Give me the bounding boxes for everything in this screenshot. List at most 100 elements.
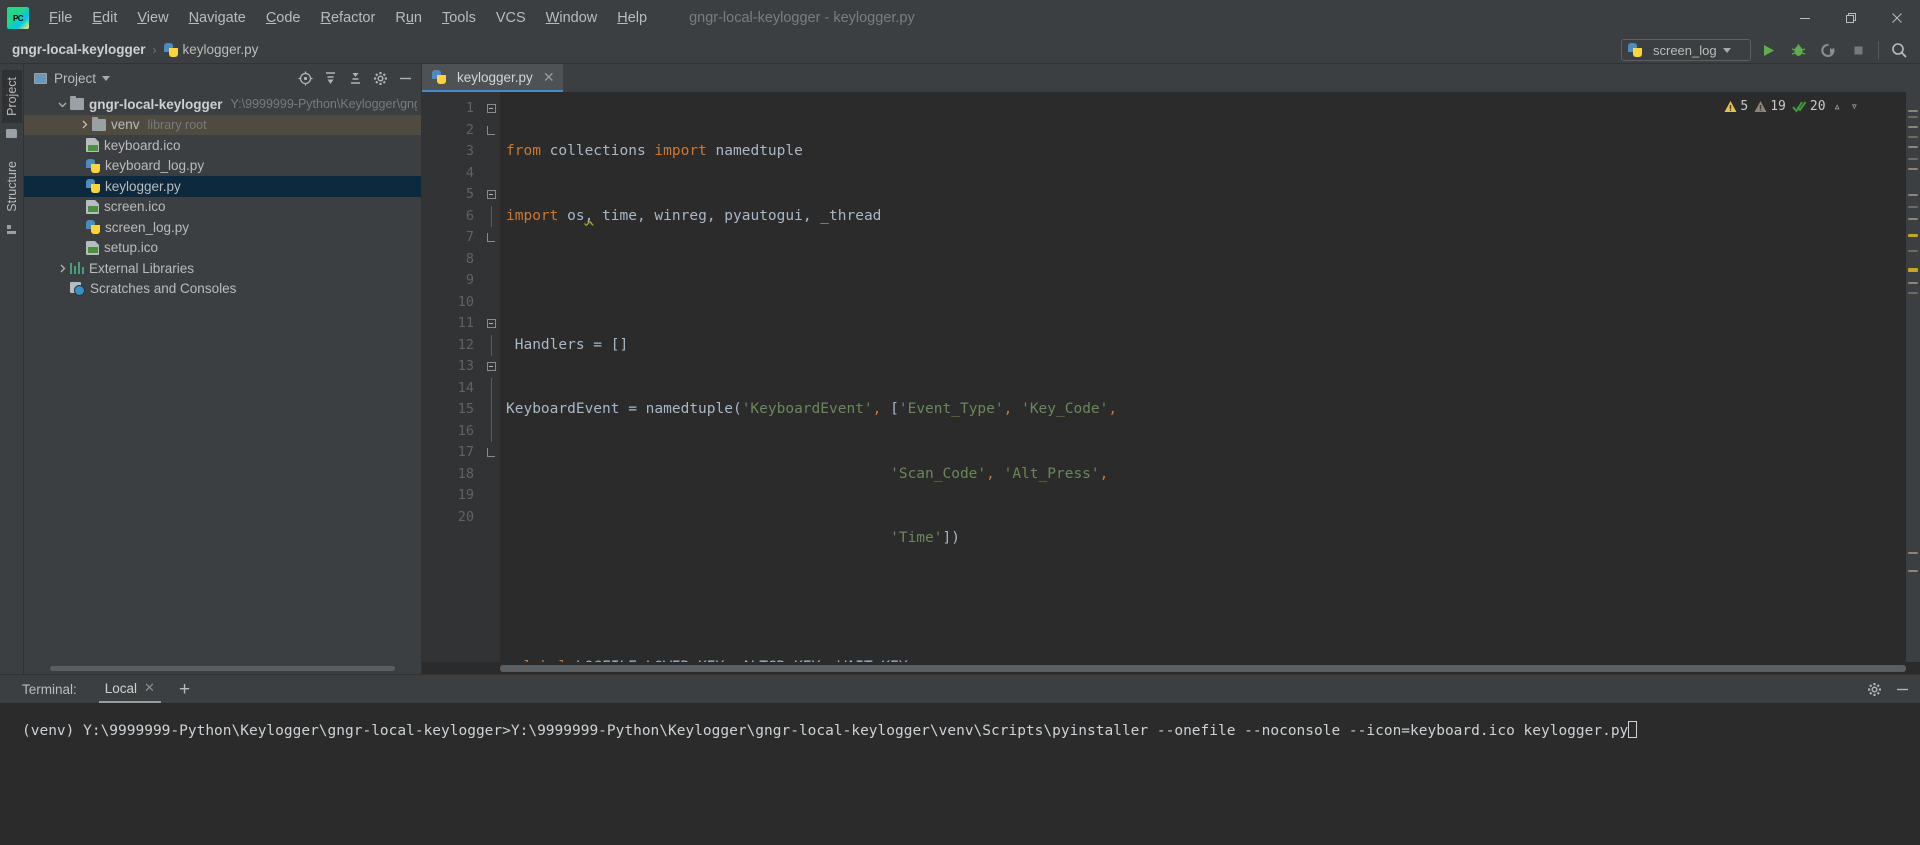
restore-button[interactable]: [1828, 0, 1874, 36]
sidebar-item-structure[interactable]: Structure: [2, 154, 22, 219]
scrollbar-thumb[interactable]: [50, 666, 395, 671]
menu-refactor[interactable]: Refactor: [311, 5, 386, 31]
run-configuration-selector[interactable]: screen_log: [1621, 39, 1751, 61]
new-terminal-session-button[interactable]: +: [179, 680, 190, 699]
terminal-settings-button[interactable]: [1862, 677, 1886, 701]
chevron-down-icon[interactable]: ▿: [1849, 96, 1860, 118]
fold-marker[interactable]: [482, 98, 500, 120]
editor-marker-scrollbar[interactable]: [1906, 92, 1920, 662]
tree-row-scratches-and-consoles[interactable]: Scratches and Consoles: [24, 279, 421, 300]
menu-run[interactable]: Run: [385, 5, 432, 31]
weak-warning-count[interactable]: 19: [1754, 96, 1786, 118]
marker[interactable]: [1908, 570, 1918, 572]
tree-row-screen-log-py[interactable]: screen_log.py: [24, 217, 421, 238]
code-text[interactable]: from collections import namedtuple impor…: [500, 92, 1906, 662]
tree-row-setup-ico[interactable]: setup.ico: [24, 238, 421, 259]
tree-row-keyboard-log-py[interactable]: keyboard_log.py: [24, 156, 421, 177]
line-number: 3: [465, 143, 474, 159]
marker[interactable]: [1908, 292, 1918, 294]
terminal-hide-button[interactable]: [1890, 677, 1914, 701]
scrollbar-thumb[interactable]: [500, 664, 1906, 672]
breadcrumb-project[interactable]: gngr-local-keylogger: [12, 42, 146, 57]
project-panel-actions: [293, 64, 417, 92]
minimize-button[interactable]: [1782, 0, 1828, 36]
menu-file[interactable]: FFileile: [39, 5, 82, 31]
marker[interactable]: [1908, 194, 1918, 196]
fold-marker[interactable]: [482, 120, 500, 142]
editor-horizontal-scrollbar[interactable]: [422, 662, 1920, 674]
marker[interactable]: [1908, 116, 1918, 118]
search-everywhere-button[interactable]: [1886, 38, 1912, 62]
menu-view[interactable]: View: [127, 5, 178, 31]
sidebar-item-project[interactable]: Project: [1, 70, 22, 123]
chevron-right-icon[interactable]: [76, 120, 92, 129]
breadcrumb-file[interactable]: keylogger.py: [163, 42, 258, 57]
debug-button[interactable]: [1785, 38, 1811, 62]
terminal-tab-local[interactable]: Local ✕: [98, 675, 161, 703]
marker[interactable]: [1908, 282, 1918, 284]
tree-row-venv[interactable]: venv library root: [24, 114, 421, 135]
menu-help[interactable]: Help: [607, 5, 657, 31]
checks-count-label: 20: [1809, 99, 1826, 114]
expand-all-button[interactable]: [318, 66, 342, 90]
tree-row-keyboard-ico[interactable]: keyboard.ico: [24, 135, 421, 156]
tree-row-screen-ico[interactable]: screen.ico: [24, 197, 421, 218]
fold-line: [482, 377, 500, 399]
python-file-icon: [86, 179, 100, 194]
marker[interactable]: [1908, 234, 1918, 237]
hide-panel-button[interactable]: [393, 66, 417, 90]
tree-row-root[interactable]: gngr-local-keylogger Y:\9999999-Python\K…: [24, 94, 421, 115]
marker[interactable]: [1908, 168, 1918, 170]
collapse-all-button[interactable]: [343, 66, 367, 90]
menu-edit[interactable]: Edit: [82, 5, 127, 31]
marker[interactable]: [1908, 268, 1918, 272]
run-button[interactable]: [1755, 38, 1781, 62]
marker[interactable]: [1908, 250, 1918, 252]
chevron-right-icon[interactable]: [54, 264, 70, 273]
menu-navigate[interactable]: Navigate: [179, 5, 256, 31]
marker[interactable]: [1908, 146, 1918, 148]
select-opened-file-button[interactable]: [293, 66, 317, 90]
run-with-coverage-button[interactable]: [1815, 38, 1841, 62]
marker[interactable]: [1908, 218, 1918, 220]
project-tree[interactable]: gngr-local-keylogger Y:\9999999-Python\K…: [24, 92, 421, 663]
menu-code[interactable]: Code: [256, 5, 311, 31]
marker[interactable]: [1908, 206, 1918, 208]
terminal-output[interactable]: (venv) Y:\9999999-Python\Keylogger\gngr-…: [0, 703, 1920, 845]
menu-window[interactable]: Window: [536, 5, 608, 31]
marker[interactable]: [1908, 126, 1918, 128]
tab-keylogger-py[interactable]: keylogger.py ✕: [422, 64, 563, 92]
tree-row-keylogger-py[interactable]: keylogger.py: [24, 176, 421, 197]
fold-marker[interactable]: [482, 313, 500, 335]
fold-marker[interactable]: [482, 227, 500, 249]
gear-icon[interactable]: [368, 66, 392, 90]
marker[interactable]: [1908, 110, 1918, 112]
line-number: 7: [465, 229, 474, 245]
line-number: 12: [457, 336, 474, 353]
chevron-down-icon[interactable]: [102, 75, 111, 81]
fold-marker[interactable]: [482, 184, 500, 206]
marker[interactable]: [1908, 552, 1918, 554]
fold-marker[interactable]: [482, 442, 500, 464]
checks-count[interactable]: 20: [1792, 96, 1826, 118]
inspection-status-widget[interactable]: 5 19 20 ▵ ▿: [1724, 96, 1860, 118]
tree-label: External Libraries: [89, 260, 195, 276]
warning-count[interactable]: 5: [1724, 96, 1748, 118]
close-button[interactable]: [1874, 0, 1920, 36]
chevron-up-icon[interactable]: ▵: [1832, 96, 1843, 118]
code-folding-gutter[interactable]: [482, 92, 500, 662]
marker[interactable]: [1908, 158, 1918, 160]
marker[interactable]: [1908, 136, 1918, 138]
menu-tools[interactable]: Tools: [432, 5, 486, 31]
close-icon[interactable]: ✕: [543, 69, 555, 86]
menu-vcs[interactable]: VCS: [486, 5, 536, 31]
tree-row-external-libraries[interactable]: External Libraries: [24, 258, 421, 279]
project-panel-horizontal-scrollbar[interactable]: [24, 663, 421, 674]
fold-marker[interactable]: [482, 356, 500, 378]
chevron-down-icon[interactable]: [54, 100, 70, 109]
stop-button[interactable]: [1845, 38, 1871, 62]
close-icon[interactable]: ✕: [144, 680, 155, 696]
tree-label: venv: [111, 117, 140, 133]
